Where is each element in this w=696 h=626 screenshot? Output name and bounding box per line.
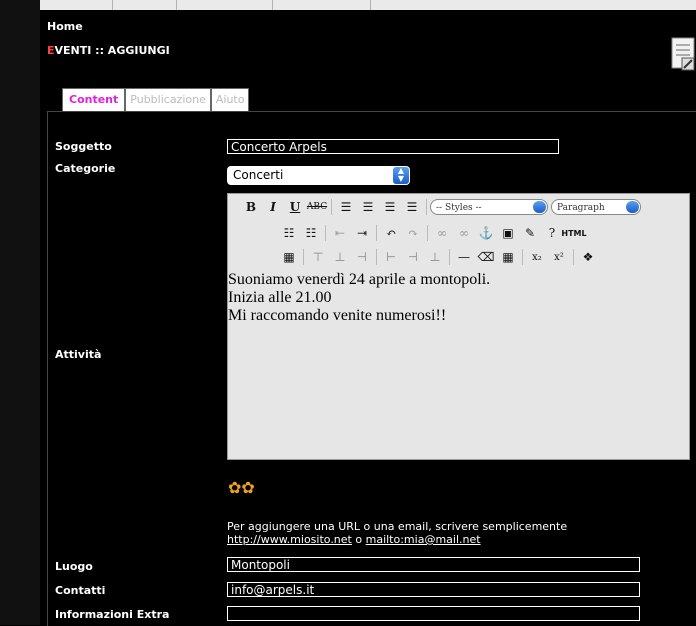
table-icon[interactable]: ▦ bbox=[280, 248, 298, 266]
toolbar-separator bbox=[303, 249, 304, 265]
bullet-list-icon[interactable]: ☷ bbox=[280, 224, 298, 242]
select-arrows-icon bbox=[626, 201, 639, 213]
flower-icons: ✿✿ bbox=[228, 478, 255, 497]
strikethrough-icon[interactable]: ABC bbox=[307, 198, 327, 216]
outdent-icon[interactable]: ⇤ bbox=[331, 224, 349, 242]
remove-format-icon[interactable]: ⌫ bbox=[477, 248, 495, 266]
top-bar-divider bbox=[176, 0, 177, 10]
toolbar-separator bbox=[522, 249, 523, 265]
col-before-icon[interactable]: ⊢ bbox=[382, 248, 400, 266]
document-edit-icon[interactable] bbox=[668, 36, 696, 74]
unlink-icon[interactable]: ∞ bbox=[455, 224, 473, 242]
delete-row-icon[interactable]: ⊣ bbox=[353, 248, 371, 266]
special-char-icon[interactable]: ❖ bbox=[579, 248, 597, 266]
visual-aid-icon[interactable]: ▦ bbox=[499, 248, 517, 266]
editor-toolbar-row-2: ☷ ☷ ⇤ ⇥ ↶ ↷ ∞ ∞ ⚓ ▣ ✎ ? HTML bbox=[278, 222, 587, 244]
tab-aiuto[interactable]: Aiuto bbox=[210, 88, 250, 112]
luogo-input[interactable]: Montopoli bbox=[227, 557, 640, 572]
rich-text-editor[interactable]: B I U ABC ☰ ☰ ☰ ☰ -- Styles -- Paragraph… bbox=[227, 193, 690, 460]
help-icon[interactable]: ? bbox=[543, 224, 561, 242]
editor-toolbar-row-3: ▦ ⊤ ⊥ ⊣ ⊢ ⊣ ⊥ — ⌫ ▦ x₂ x² ❖ bbox=[278, 246, 599, 268]
underline-icon[interactable]: U bbox=[286, 198, 304, 216]
row-before-icon[interactable]: ⊤ bbox=[309, 248, 327, 266]
italic-icon[interactable]: I bbox=[264, 198, 282, 216]
toolbar-separator bbox=[449, 249, 450, 265]
toolbar-separator bbox=[331, 199, 332, 215]
page-title-initial: E bbox=[47, 44, 55, 57]
align-left-icon[interactable]: ☰ bbox=[337, 198, 355, 216]
cleanup-icon[interactable]: ✎ bbox=[521, 224, 539, 242]
url-hint: Per aggiungere una URL o una email, scri… bbox=[227, 520, 567, 546]
top-bar-divider bbox=[112, 0, 113, 10]
hint-mail-link[interactable]: mailto:mia@mail.net bbox=[366, 533, 481, 546]
extra-input[interactable] bbox=[227, 606, 640, 621]
content-line: Suoniamo venerdì 24 aprile a montopoli. bbox=[228, 271, 491, 288]
col-after-icon[interactable]: ⊣ bbox=[404, 248, 422, 266]
luogo-label: Luogo bbox=[55, 560, 93, 573]
numbered-list-icon[interactable]: ☷ bbox=[302, 224, 320, 242]
categorie-select[interactable]: Concerti ▲ ▼ bbox=[227, 166, 410, 185]
tab-bar: Content Pubblicazione Aiuto bbox=[62, 88, 250, 112]
tab-pubblicazione[interactable]: Pubblicazione bbox=[125, 88, 211, 112]
subscript-icon[interactable]: x₂ bbox=[528, 248, 546, 266]
editor-toolbar-row-1: B I U ABC ☰ ☰ ☰ ☰ -- Styles -- Paragraph bbox=[240, 196, 641, 218]
soggetto-label: Soggetto bbox=[55, 140, 112, 153]
left-sidebar bbox=[0, 0, 40, 625]
delete-col-icon[interactable]: ⊥ bbox=[426, 248, 444, 266]
editor-content[interactable]: Suoniamo venerdì 24 aprile a montopoli. … bbox=[228, 271, 691, 325]
align-right-icon[interactable]: ☰ bbox=[381, 198, 399, 216]
toolbar-separator bbox=[325, 225, 326, 241]
anchor-icon[interactable]: ⚓ bbox=[477, 224, 495, 242]
attivita-label: Attività bbox=[55, 348, 102, 361]
hint-or: o bbox=[355, 533, 363, 546]
extra-label: Informazioni Extra bbox=[55, 608, 170, 621]
redo-icon[interactable]: ↷ bbox=[404, 224, 422, 242]
toolbar-separator bbox=[427, 225, 428, 241]
categorie-label: Categorie bbox=[55, 162, 116, 175]
image-icon[interactable]: ▣ bbox=[499, 224, 517, 242]
categorie-value: Concerti bbox=[233, 168, 284, 182]
row-after-icon[interactable]: ⊥ bbox=[331, 248, 349, 266]
toolbar-separator bbox=[376, 225, 377, 241]
contatti-input[interactable]: info@arpels.it bbox=[227, 582, 640, 597]
undo-icon[interactable]: ↶ bbox=[382, 224, 400, 242]
toolbar-separator bbox=[376, 249, 377, 265]
contatti-label: Contatti bbox=[55, 584, 106, 597]
styles-select-label: -- Styles -- bbox=[436, 203, 482, 213]
indent-icon[interactable]: ⇥ bbox=[353, 224, 371, 242]
hint-text: Per aggiungere una URL o una email, scri… bbox=[227, 520, 568, 533]
top-bar-divider bbox=[370, 0, 371, 10]
toolbar-separator bbox=[573, 249, 574, 265]
hint-url-link[interactable]: http://www.miosito.net bbox=[227, 533, 352, 546]
styles-select[interactable]: -- Styles -- bbox=[430, 199, 548, 215]
link-icon[interactable]: ∞ bbox=[433, 224, 451, 242]
content-line: Mi raccomando venite numerosi!! bbox=[228, 307, 447, 324]
format-select[interactable]: Paragraph bbox=[551, 199, 641, 215]
html-source-button[interactable]: HTML bbox=[561, 224, 586, 242]
toolbar-separator bbox=[426, 199, 427, 215]
home-link[interactable]: Home bbox=[47, 20, 83, 33]
select-arrows-icon bbox=[533, 201, 546, 213]
page-title-rest: VENTI :: AGGIUNGI bbox=[54, 44, 170, 57]
horizontal-rule-icon[interactable]: — bbox=[455, 248, 473, 266]
format-select-label: Paragraph bbox=[557, 203, 605, 213]
top-bar-divider bbox=[272, 0, 273, 10]
top-bar bbox=[40, 0, 696, 10]
tab-content[interactable]: Content bbox=[62, 88, 126, 112]
align-justify-icon[interactable]: ☰ bbox=[403, 198, 421, 216]
page-title: EVENTI :: AGGIUNGI bbox=[47, 44, 170, 57]
align-center-icon[interactable]: ☰ bbox=[359, 198, 377, 216]
superscript-icon[interactable]: x² bbox=[550, 248, 568, 266]
bold-icon[interactable]: B bbox=[242, 198, 260, 216]
content-line: Inizia alle 21.00 bbox=[228, 289, 332, 306]
soggetto-input[interactable]: Concerto Arpels bbox=[227, 139, 559, 154]
select-arrows-icon: ▲ ▼ bbox=[393, 167, 409, 184]
